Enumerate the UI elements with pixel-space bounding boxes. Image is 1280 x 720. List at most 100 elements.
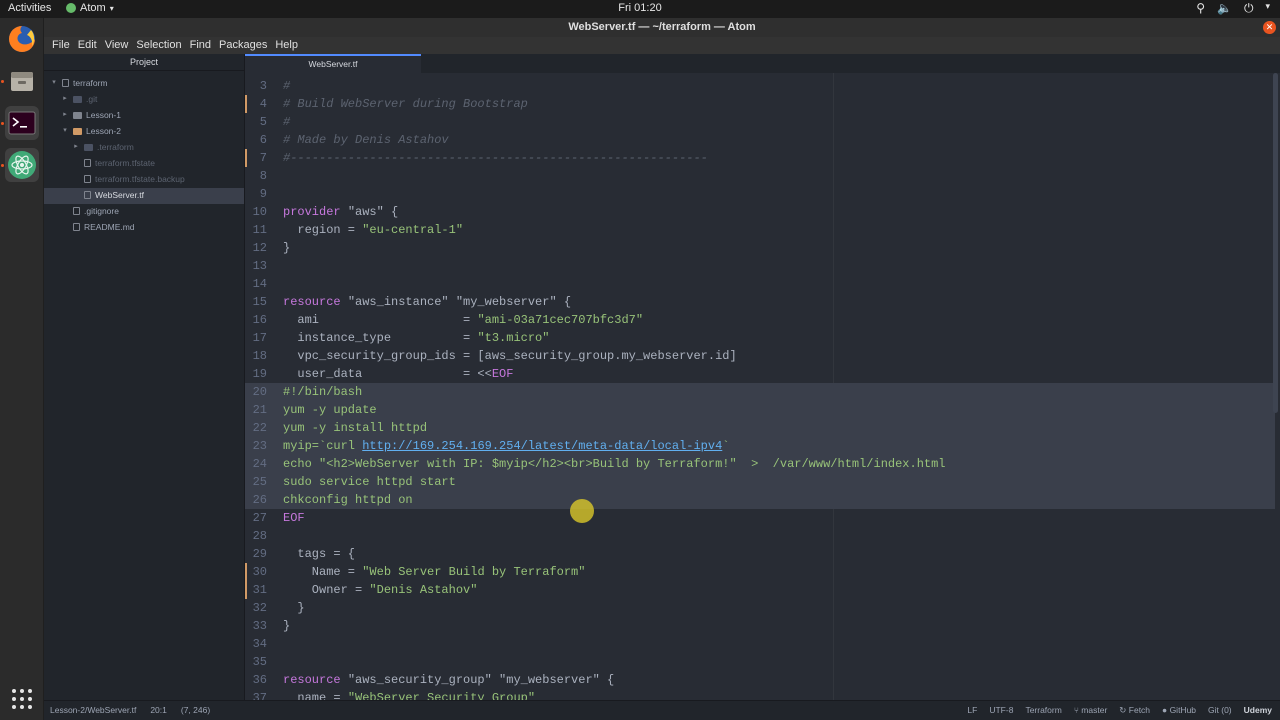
status-cursor-position[interactable]: 20:1 — [150, 705, 167, 715]
line-text: #!/bin/bash — [283, 383, 362, 401]
line-number: 27 — [252, 511, 267, 525]
menu-file[interactable]: File — [48, 37, 74, 54]
line-text: Name = "Web Server Build by Terraform" — [283, 563, 586, 581]
atom-icon[interactable] — [5, 148, 39, 182]
power-icon: ⏻ — [1243, 1, 1254, 15]
line-text: } — [283, 599, 304, 617]
tree-item-label: Lesson-2 — [86, 126, 121, 136]
code-editor[interactable]: 3 # 4 # Build WebServer during Bootstrap 5 #6… — [245, 73, 1280, 700]
project-tree-panel: Project ▾ terraform ▸ .git ▸ Lesson-1 ▾ Lesson-… — [44, 54, 245, 700]
code-token: { — [383, 205, 399, 219]
menu-selection[interactable]: Selection — [132, 37, 185, 54]
line-number: 29 — [252, 547, 267, 561]
line-text: myip=`curl http://169.254.169.254/latest… — [283, 437, 729, 455]
tree-item-terraform[interactable]: ▸ .terraform — [72, 139, 134, 155]
chevron-right-icon: ▸ — [74, 143, 78, 150]
udemy-watermark: Udemy — [1243, 705, 1272, 715]
tree-item-readme-md[interactable]: README.md — [61, 219, 135, 235]
menu-packages[interactable]: Packages — [215, 37, 271, 54]
status-selection-count[interactable]: (7, 246) — [181, 705, 210, 715]
chevron-right-icon: ▸ — [63, 95, 67, 102]
line-number: 4 — [259, 97, 267, 111]
code-line: 5 # — [245, 113, 1275, 131]
menu-find[interactable]: Find — [186, 37, 215, 54]
scrollbar[interactable] — [1273, 73, 1278, 413]
line-text: chkconfig httpd on — [283, 491, 413, 509]
code-link[interactable]: http://169.254.169.254/latest/meta-data/… — [362, 439, 722, 453]
tree-item-terraform-tfstate[interactable]: terraform.tfstate — [72, 155, 155, 171]
tree-item-webserver-tf[interactable]: WebServer.tf — [72, 187, 144, 203]
file-icon — [84, 159, 91, 167]
branch-icon: ⑂ — [1073, 705, 1079, 715]
code-token: # Build WebServer during Bootstrap — [283, 97, 528, 111]
code-line: 35 — [245, 653, 1275, 671]
line-text: yum -y install httpd — [283, 419, 427, 437]
code-line: 33} — [245, 617, 1275, 635]
code-line: 21 yum -y update — [245, 401, 1275, 419]
status-file-path[interactable]: Lesson-2/WebServer.tf — [50, 705, 136, 715]
code-token: chkconfig httpd on — [283, 493, 413, 507]
tab-webserver-tf[interactable]: WebServer.tf — [245, 54, 421, 73]
folder-icon — [73, 95, 82, 103]
line-text: name = "WebServer Security Group" — [283, 689, 535, 700]
clock[interactable]: Fri 01:20 — [0, 2, 1280, 14]
chevron-right-icon: ▸ — [63, 111, 67, 118]
code-line: 36 resource "aws_security_group" "my_webs… — [245, 671, 1275, 689]
line-number: 25 — [252, 475, 267, 489]
status-grammar[interactable]: Terraform — [1025, 705, 1061, 716]
code-line: 12} — [245, 239, 1275, 257]
code-line: 20 #!/bin/bash — [245, 383, 1275, 401]
line-text: provider "aws" { — [283, 203, 398, 221]
status-line-ending[interactable]: LF — [967, 705, 977, 716]
line-number: 31 — [252, 583, 267, 597]
tree-item-label: terraform.tfstate — [95, 158, 155, 168]
code-line: 13 — [245, 257, 1275, 275]
line-number: 17 — [252, 331, 267, 345]
status-fetch[interactable]: ↻ Fetch — [1119, 705, 1150, 716]
line-number: 12 — [252, 241, 267, 255]
tree-item-gitignore[interactable]: .gitignore — [61, 203, 119, 219]
status-git[interactable]: Git (0) — [1208, 705, 1232, 716]
status-github[interactable]: ● GitHub — [1162, 705, 1196, 716]
code-line: 6 # Made by Denis Astahov — [245, 131, 1275, 149]
menu-help[interactable]: Help — [271, 37, 302, 54]
tree-item-git[interactable]: ▸ .git — [61, 91, 97, 107]
firefox-icon[interactable] — [5, 22, 39, 56]
window-title-bar[interactable]: WebServer.tf — ~/terraform — Atom ✕ — [44, 18, 1280, 37]
code-line: 3 # — [245, 77, 1275, 95]
code-token: "Web Server Build by Terraform" — [362, 565, 586, 579]
code-line: 30 Name = "Web Server Build by Terraform… — [245, 563, 1275, 581]
menu-edit[interactable]: Edit — [74, 37, 101, 54]
line-number: 28 — [252, 529, 267, 543]
tree-item-lesson-1[interactable]: ▸ Lesson-1 — [61, 107, 121, 123]
terminal-icon[interactable] — [5, 106, 39, 140]
network-icon: ⚲ — [1196, 1, 1206, 15]
system-tray[interactable]: ⚲ 🔈 ⏻ ▾ — [1196, 1, 1270, 16]
file-icon — [73, 223, 80, 231]
folder-icon — [84, 143, 93, 151]
code-token: { — [556, 295, 572, 309]
line-number: 7 — [259, 151, 267, 165]
tree-item-terraform[interactable]: ▾ terraform — [50, 75, 107, 91]
activities-button[interactable]: Activities — [8, 2, 51, 14]
tree-item-terraform-tfstate-backup[interactable]: terraform.tfstate.backup — [72, 171, 185, 187]
show-applications-icon[interactable] — [5, 682, 39, 716]
file-icon — [84, 191, 91, 199]
code-token: "Denis Astahov" — [369, 583, 478, 597]
code-line: 24 echo "<h2>WebServer with IP: $myip</h2… — [245, 455, 1275, 473]
line-number: 19 — [252, 367, 267, 381]
code-line: 37 name = "WebServer Security Group" — [245, 689, 1275, 700]
files-icon[interactable] — [5, 64, 39, 98]
app-menu[interactable]: Atom ▾ — [66, 2, 114, 14]
volume-icon: 🔈 — [1217, 1, 1232, 15]
line-text: tags = { — [283, 545, 355, 563]
line-number: 34 — [252, 637, 267, 651]
status-encoding[interactable]: UTF-8 — [989, 705, 1013, 716]
menu-view[interactable]: View — [101, 37, 133, 54]
code-line: 16 ami = "ami-03a71cec707bfc3d7" — [245, 311, 1275, 329]
code-line: 7 #--------------------------------------… — [245, 149, 1275, 167]
tree-item-lesson-2[interactable]: ▾ Lesson-2 — [61, 123, 121, 139]
status-branch[interactable]: ⑂ master — [1074, 705, 1107, 716]
close-icon[interactable]: ✕ — [1263, 21, 1276, 34]
code-token: } — [283, 241, 291, 255]
